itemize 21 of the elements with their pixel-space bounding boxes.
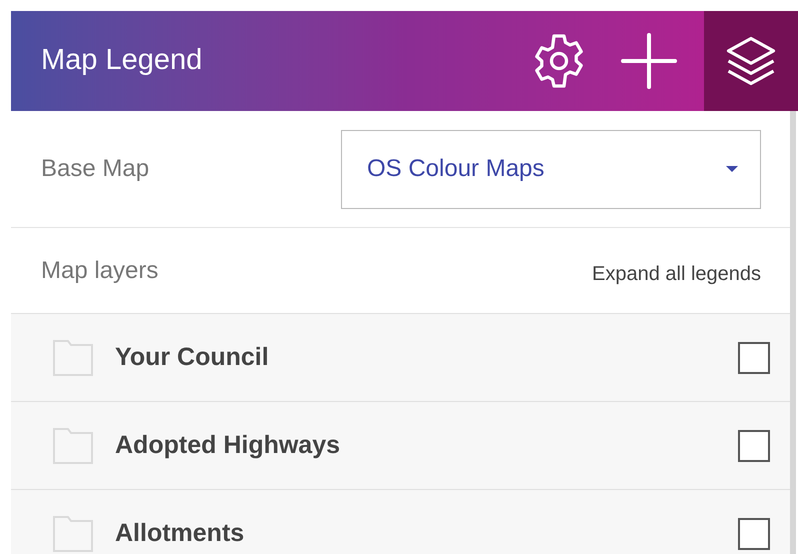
plus-icon bbox=[621, 33, 677, 89]
layers-tab[interactable] bbox=[704, 11, 798, 111]
layer-name: Allotments bbox=[115, 518, 246, 549]
layer-checkbox[interactable] bbox=[738, 518, 770, 550]
folder-icon bbox=[53, 516, 93, 552]
map-layers-heading: Map layers bbox=[41, 256, 160, 286]
layer-name: Adopted Highways bbox=[115, 430, 342, 461]
layer-row[interactable]: Your Council bbox=[11, 314, 790, 402]
panel-title: Map Legend bbox=[41, 43, 204, 78]
layers-icon bbox=[724, 34, 778, 88]
base-map-select[interactable]: OS Colour Maps bbox=[341, 130, 761, 208]
layer-row[interactable]: Allotments bbox=[11, 490, 790, 554]
layer-name: Your Council bbox=[115, 342, 270, 373]
folder-icon bbox=[53, 340, 93, 376]
dropdown-caret-icon bbox=[726, 166, 738, 172]
base-map-label: Base Map bbox=[41, 154, 150, 184]
layer-checkbox[interactable] bbox=[738, 342, 770, 374]
layer-checkbox[interactable] bbox=[738, 430, 770, 462]
expand-all-link[interactable]: Expand all legends bbox=[592, 258, 761, 288]
layer-row[interactable]: Adopted Highways bbox=[11, 402, 790, 490]
folder-icon bbox=[53, 428, 93, 464]
